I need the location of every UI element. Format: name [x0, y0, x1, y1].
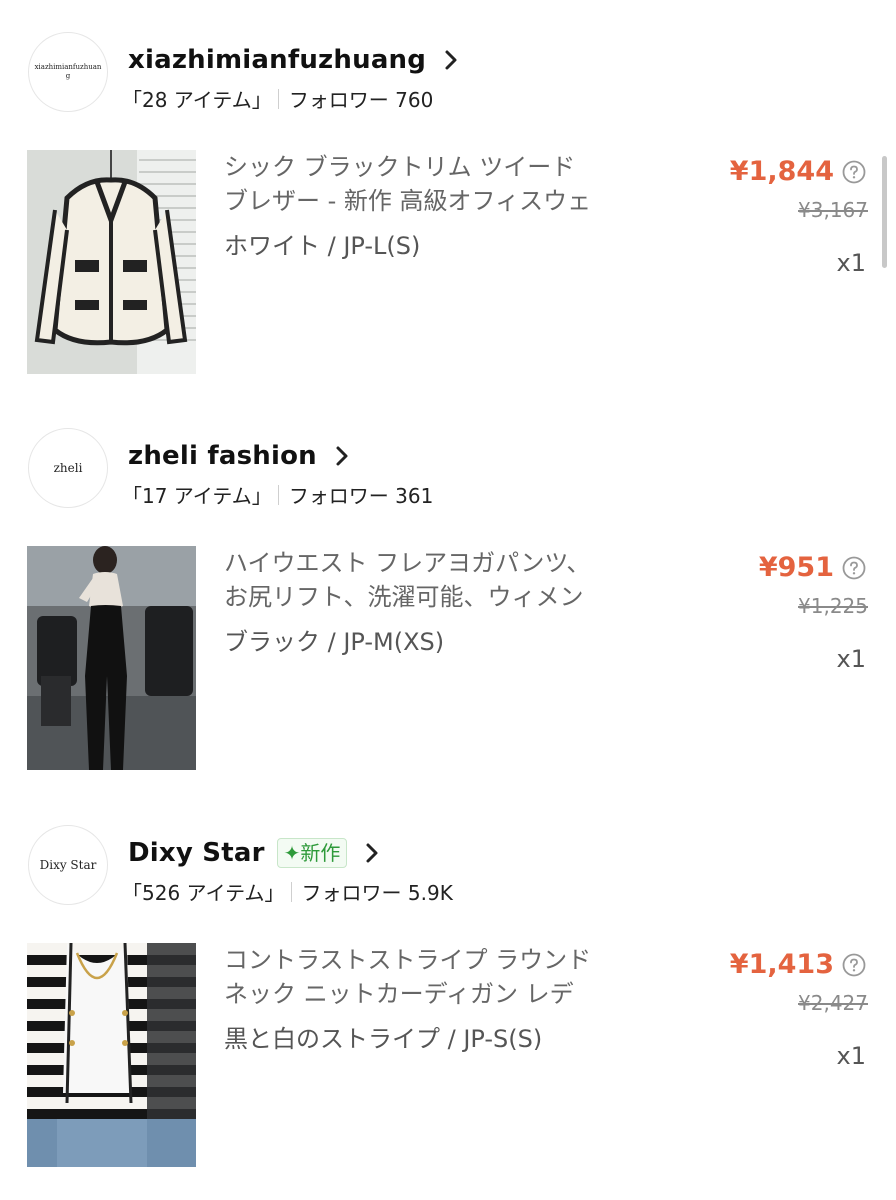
question-circle-icon[interactable]	[842, 953, 866, 977]
product-title[interactable]: シック ブラックトリム ツイード ブレザー - 新作 高級オフィスウェ	[224, 150, 624, 218]
meta-divider	[277, 88, 279, 109]
chevron-right-icon[interactable]	[361, 842, 383, 864]
product-price: ¥1,413	[729, 949, 834, 980]
product-title-line: ハイウエスト フレアヨガパンツ、	[224, 549, 591, 577]
store-avatar[interactable]: Dixy Star	[28, 825, 108, 905]
store-avatar[interactable]: zheli	[28, 428, 108, 508]
scrollbar[interactable]	[882, 156, 887, 268]
product-quantity: x1	[836, 1042, 866, 1070]
product-image[interactable]	[27, 150, 196, 374]
original-price: ¥3,167	[798, 198, 868, 222]
store-name-link[interactable]: zheli fashion	[128, 438, 353, 474]
store-followers: フォロワー 5.9K	[301, 881, 453, 905]
product-variant[interactable]: ブラック / JP-M(XS)	[224, 622, 444, 657]
store-name[interactable]: xiazhimianfuzhuang	[128, 45, 426, 75]
store-name[interactable]: Dixy Star	[128, 838, 265, 868]
product-title-line: お尻リフト、洗濯可能、ウィメン	[224, 583, 584, 611]
product-quantity: x1	[836, 645, 866, 673]
product-title[interactable]: ハイウエスト フレアヨガパンツ、 お尻リフト、洗濯可能、ウィメン	[224, 546, 624, 614]
store-name[interactable]: zheli fashion	[128, 441, 317, 471]
product-image[interactable]	[27, 546, 196, 770]
price-row: ¥951	[759, 552, 866, 583]
new-badge: ✦新作	[276, 838, 348, 868]
store-section-3: Dixy Star Dixy Star ✦新作 「526 アイテム」 フォロワー…	[0, 793, 896, 1189]
meta-divider	[277, 484, 279, 505]
question-circle-icon[interactable]	[842, 556, 866, 580]
store-section-1: xiazhimianfuzhuang xiazhimianfuzhuang 「2…	[0, 0, 896, 396]
store-followers: フォロワー 361	[288, 484, 434, 508]
store-followers: フォロワー 760	[288, 88, 434, 112]
original-price: ¥1,225	[798, 594, 868, 618]
price-row: ¥1,413	[730, 949, 866, 980]
product-price: ¥951	[758, 552, 834, 583]
store-meta: 「17 アイテム」 フォロワー 361	[122, 480, 433, 509]
chevron-right-icon[interactable]	[440, 49, 462, 71]
store-meta: 「526 アイテム」 フォロワー 5.9K	[122, 877, 453, 906]
question-circle-icon[interactable]	[842, 160, 866, 184]
store-section-2: zheli zheli fashion 「17 アイテム」 フォロワー 361 …	[0, 396, 896, 792]
meta-divider	[290, 881, 292, 902]
store-meta: 「28 アイテム」 フォロワー 760	[122, 84, 433, 113]
product-variant[interactable]: 黒と白のストライプ / JP-S(S)	[224, 1019, 542, 1054]
product-price: ¥1,844	[729, 156, 834, 187]
product-image[interactable]	[27, 943, 196, 1167]
store-items-count: 「526 アイテム」	[122, 881, 285, 905]
product-title-line: ネック ニットカーディガン レデ	[224, 980, 574, 1008]
store-items-count: 「17 アイテム」	[122, 484, 272, 508]
product-title-line: ブレザー - 新作 高級オフィスウェ	[224, 187, 592, 215]
product-title[interactable]: コントラストストライプ ラウンド ネック ニットカーディガン レデ	[224, 943, 624, 1011]
original-price: ¥2,427	[798, 991, 868, 1015]
product-title-line: シック ブラックトリム ツイード	[224, 153, 576, 181]
store-name-link[interactable]: Dixy Star ✦新作	[128, 835, 383, 871]
price-row: ¥1,844	[730, 156, 866, 187]
store-avatar[interactable]: xiazhimianfuzhuang	[28, 32, 108, 112]
chevron-right-icon[interactable]	[331, 445, 353, 467]
product-quantity: x1	[836, 249, 866, 277]
product-title-line: コントラストストライプ ラウンド	[224, 946, 592, 974]
product-variant[interactable]: ホワイト / JP-L(S)	[224, 226, 420, 261]
store-name-link[interactable]: xiazhimianfuzhuang	[128, 42, 462, 78]
store-items-count: 「28 アイテム」	[122, 88, 272, 112]
